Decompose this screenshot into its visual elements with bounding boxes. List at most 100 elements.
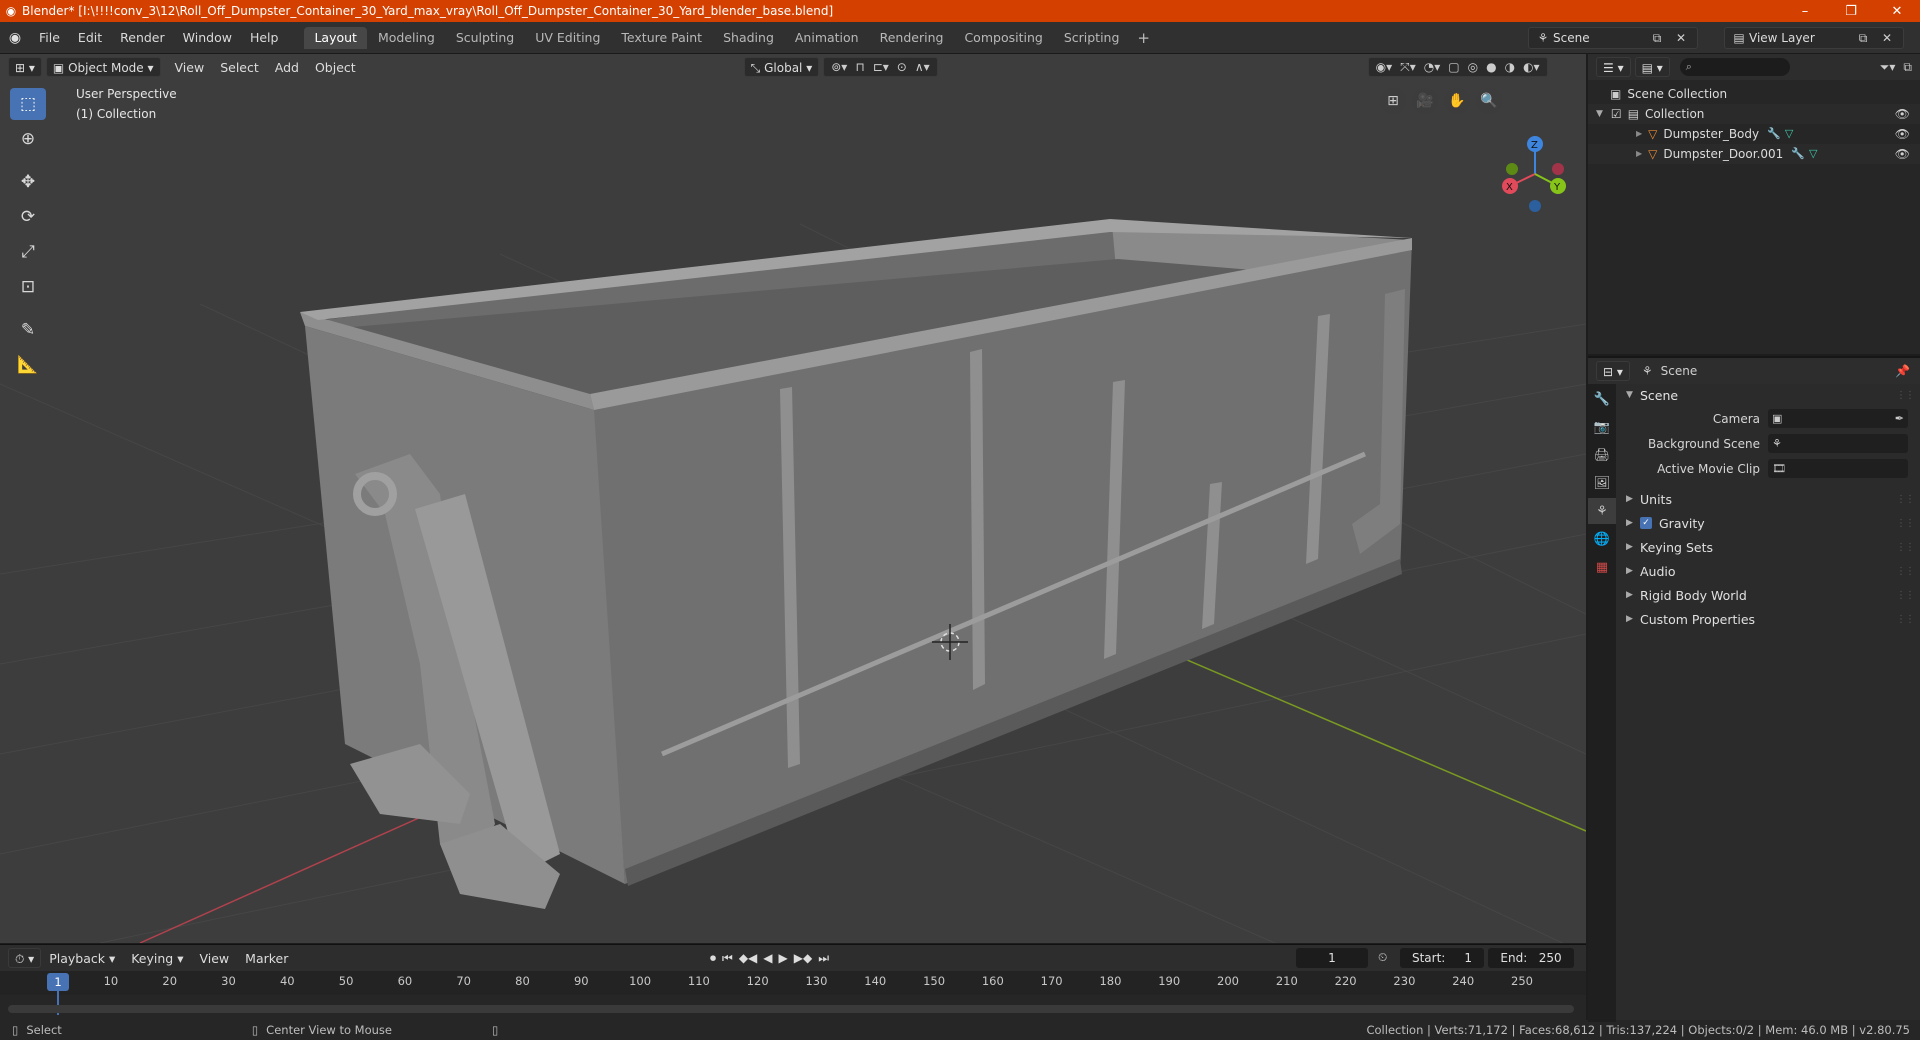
jump-start-icon[interactable]: ⏮ [722,951,733,966]
menu-view[interactable]: View [167,60,213,75]
tool-tab-icon[interactable]: 🔧 [1588,386,1616,412]
view-layer-tab-icon[interactable]: 🖼 [1588,470,1616,496]
gizmo-toggle-icon[interactable]: ⤧▾ [1396,60,1420,75]
drag-handle-icon[interactable]: ⋮⋮ [1896,614,1915,625]
move-tool-icon[interactable]: ✥ [10,166,46,198]
menu-render[interactable]: Render [111,22,174,54]
menu-select[interactable]: Select [212,60,267,75]
drag-handle-icon[interactable]: ⋮⋮ [1896,542,1915,553]
shading-wireframe-icon[interactable]: ◎ [1464,60,1482,74]
mesh-data-icon[interactable]: ▽ [1809,144,1817,164]
visibility-eye-icon[interactable]: 👁 [1895,104,1910,124]
drag-handle-icon[interactable]: ⋮⋮ [1896,390,1915,401]
transform-tool-icon[interactable]: ⊡ [10,271,46,303]
outliner-editor-type-button[interactable]: ☰ ▾ [1596,57,1631,77]
view-layer-selector[interactable]: ▤ View Layer ⧉ ✕ [1724,27,1904,49]
menu-playback[interactable]: Playback ▾ [41,951,123,966]
shading-solid-icon[interactable]: ● [1482,60,1500,74]
keying-sets-panel[interactable]: ▶ Keying Sets ⋮⋮ [1618,535,1920,559]
tab-shading[interactable]: Shading [713,27,784,49]
outliner-search-input[interactable]: ⌕ [1679,58,1790,76]
modifier-wrench-icon[interactable]: 🔧 [1767,124,1781,144]
play-icon[interactable]: ▶ [779,951,788,966]
xray-icon[interactable]: ▢ [1444,60,1463,74]
expand-arrow-icon[interactable]: ▼ [1596,104,1603,124]
pan-hand-icon[interactable]: ✋ [1444,88,1470,114]
collection-checkbox[interactable]: ☑ [1611,104,1622,124]
outliner-scene-collection[interactable]: ▣ Scene Collection [1588,84,1920,104]
jump-keyframe-back-icon[interactable]: ◆◀ [739,951,757,966]
camera-view-icon[interactable]: 🎥 [1412,88,1438,114]
eyedropper-icon[interactable]: ✒ [1895,412,1904,425]
tab-texture-paint[interactable]: Texture Paint [611,27,712,49]
preview-range-icon[interactable]: ⏲ [1378,950,1387,965]
expand-arrow-icon[interactable]: ▶ [1636,124,1642,144]
menu-window[interactable]: Window [174,22,241,54]
falloff-icon[interactable]: ∧▾ [911,60,934,74]
menu-keying[interactable]: Keying ▾ [123,951,191,966]
custom-properties-panel[interactable]: ▶ Custom Properties ⋮⋮ [1618,607,1920,631]
output-tab-icon[interactable]: 🖨 [1588,442,1616,468]
current-frame-indicator[interactable]: 1 [47,973,69,991]
scene-panel-header[interactable]: ▼ Scene ⋮⋮ [1618,384,1920,406]
overlay-toggle-icon[interactable]: ◔▾ [1420,60,1445,74]
drag-handle-icon[interactable]: ⋮⋮ [1896,518,1915,529]
record-icon[interactable]: ⏺ [710,951,716,966]
drag-handle-icon[interactable]: ⋮⋮ [1896,494,1915,505]
rigid-body-world-panel[interactable]: ▶ Rigid Body World ⋮⋮ [1618,583,1920,607]
drag-handle-icon[interactable]: ⋮⋮ [1896,590,1915,601]
display-mode-button[interactable]: ▤ ▾ [1634,57,1670,77]
units-panel[interactable]: ▶ Units ⋮⋮ [1618,487,1920,511]
zoom-icon[interactable]: 🔍 [1476,88,1502,114]
3d-viewport[interactable]: Z X Y ⊞ ▾ ▣ Object Mode ▾ View Select Ad… [0,54,1586,943]
new-scene-icon[interactable]: ⧉ [1647,31,1667,46]
visibility-group[interactable]: ◉▾ ⤧▾ ◔▾ ▢ ◎ ● ◑ ◐▾ [1367,57,1548,77]
snap-target-icon[interactable]: ⊏▾ [869,60,893,74]
scene-tab-icon[interactable]: ⚘ [1588,498,1616,524]
world-tab-icon[interactable]: 🌐 [1588,526,1616,552]
background-scene-field[interactable]: ⚘ [1768,434,1908,453]
pivot-icon[interactable]: ⊚▾ [827,60,851,74]
minimize-button[interactable]: – [1782,4,1828,19]
camera-field[interactable]: ▣ ✒ [1768,409,1908,428]
new-collection-icon[interactable]: ⧉ [1903,60,1912,75]
select-box-tool-icon[interactable]: ⬚ [10,88,46,120]
blender-menu-icon[interactable]: ◉ [0,30,30,46]
selectability-icon[interactable]: ◉▾ [1372,60,1397,74]
expand-arrow-icon[interactable]: ▶ [1636,144,1642,164]
modifier-wrench-icon[interactable]: 🔧 [1791,144,1805,164]
timeline-editor-type-button[interactable]: ⏱ ▾ [8,948,42,968]
visibility-eye-icon[interactable]: 👁 [1895,124,1910,144]
outliner-object-row[interactable]: ▶ ▽ Dumpster_Door.001 🔧 ▽ 👁 [1588,144,1920,164]
add-workspace-button[interactable]: + [1129,29,1158,47]
visibility-eye-icon[interactable]: 👁 [1895,144,1910,164]
jump-end-icon[interactable]: ⏭ [818,951,829,966]
cursor-tool-icon[interactable]: ⊕ [10,123,46,155]
tab-compositing[interactable]: Compositing [954,27,1052,49]
tab-animation[interactable]: Animation [785,27,869,49]
timeline-scrollbar[interactable] [8,1005,1574,1013]
menu-edit[interactable]: Edit [69,22,111,54]
render-tab-icon[interactable]: 📷 [1588,414,1616,440]
play-reverse-icon[interactable]: ◀ [763,951,772,966]
audio-panel[interactable]: ▶ Audio ⋮⋮ [1618,559,1920,583]
menu-object[interactable]: Object [307,60,364,75]
shading-material-icon[interactable]: ◑ [1501,60,1519,74]
drag-handle-icon[interactable]: ⋮⋮ [1896,566,1915,577]
outliner-collection[interactable]: ▼ ☑ ▤ Collection 👁 [1588,104,1920,124]
mesh-data-icon[interactable]: ▽ [1785,124,1793,144]
tab-uv-editing[interactable]: UV Editing [525,27,610,49]
toggle-ortho-icon[interactable]: ⊞ [1380,88,1406,114]
tab-scripting[interactable]: Scripting [1054,27,1130,49]
pin-icon[interactable]: 📌 [1895,364,1910,378]
end-frame-field[interactable]: End: 250 [1488,948,1574,968]
tab-sculpting[interactable]: Sculpting [446,27,524,49]
remove-view-layer-icon[interactable]: ✕ [1877,31,1897,45]
shading-rendered-icon[interactable]: ◐▾ [1519,60,1544,74]
editor-type-button[interactable]: ⊞ ▾ [8,57,42,77]
menu-timeline-view[interactable]: View [191,951,237,966]
transform-orientation-selector[interactable]: ⤡ Global ▾ [743,57,820,77]
new-view-layer-icon[interactable]: ⧉ [1853,31,1873,46]
properties-editor-type-button[interactable]: ⊟ ▾ [1596,361,1630,381]
maximize-button[interactable]: ❐ [1828,4,1874,19]
